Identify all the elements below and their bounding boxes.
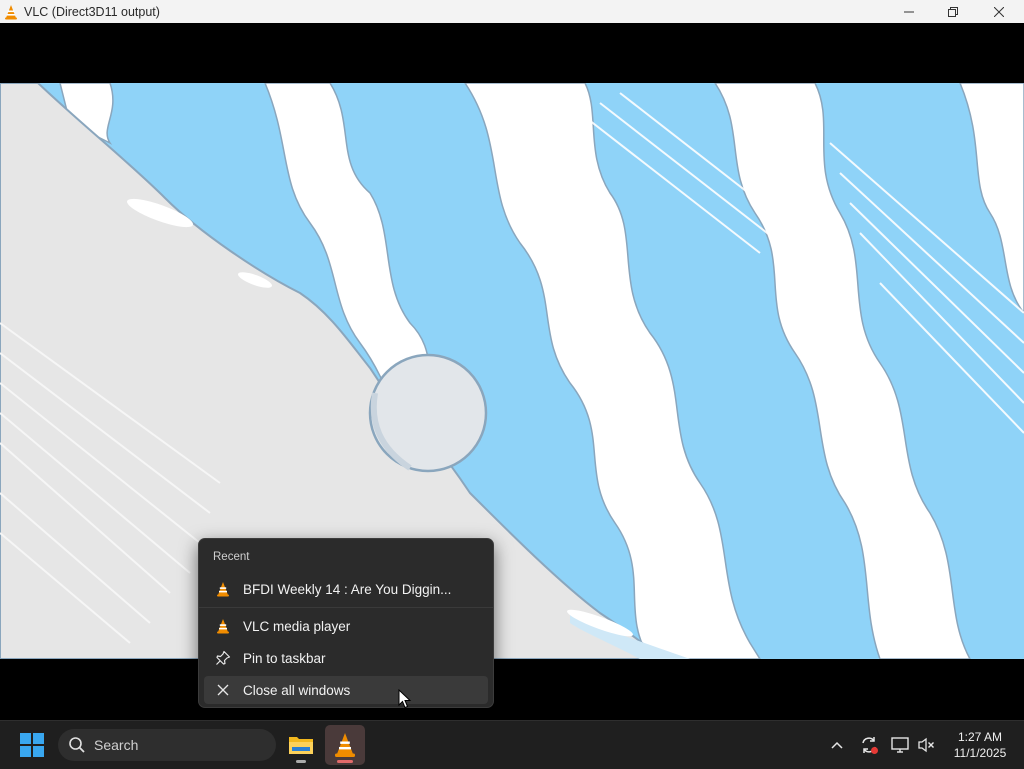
jumplist-divider (199, 607, 493, 608)
vlc-cone-icon (215, 581, 231, 597)
close-button[interactable] (976, 0, 1022, 23)
search-placeholder: Search (94, 737, 139, 753)
display-icon (891, 737, 909, 753)
tray-network[interactable] (890, 735, 910, 755)
windows-logo-icon (20, 733, 44, 757)
jumplist-close-all-label: Close all windows (243, 682, 351, 698)
tray-volume[interactable] (916, 735, 936, 755)
window-titlebar[interactable]: VLC (Direct3D11 output) (0, 0, 1024, 23)
taskbar-jumplist: Recent BFDI Weekly 14 : Are You Diggin..… (198, 538, 494, 708)
search-icon (69, 737, 85, 753)
video-area[interactable] (0, 23, 1024, 720)
video-picture (0, 83, 1024, 659)
start-button[interactable] (20, 733, 44, 757)
clock-time: 1:27 AM (957, 730, 1003, 744)
mouse-cursor-icon (398, 689, 412, 709)
jumplist-pin-to-taskbar[interactable]: Pin to taskbar (204, 644, 488, 672)
sync-alert-icon (862, 737, 878, 754)
taskbar-clock[interactable]: 1:27 AM 11/1/2025 (940, 729, 1020, 761)
jumplist-open-vlc[interactable]: VLC media player (204, 612, 488, 640)
jumplist-pin-label: Pin to taskbar (243, 650, 326, 666)
active-indicator (337, 760, 353, 763)
vlc-cone-icon (215, 618, 231, 634)
vlc-cone-icon (5, 4, 17, 19)
close-icon (215, 682, 231, 698)
window-title: VLC (Direct3D11 output) (24, 4, 160, 19)
pin-icon (215, 650, 231, 666)
tray-sync-status[interactable] (859, 735, 879, 755)
jumplist-recent-item-label: BFDI Weekly 14 : Are You Diggin... (243, 581, 452, 597)
jumplist-open-vlc-label: VLC media player (243, 618, 351, 634)
minimize-icon (904, 11, 914, 12)
restore-button[interactable] (930, 0, 976, 23)
chevron-up-icon (831, 741, 843, 749)
taskbar: Search 1:27 AM 11/1/2025 (0, 720, 1024, 769)
close-icon (994, 6, 1004, 17)
taskbar-file-explorer[interactable] (281, 725, 321, 765)
video-frame[interactable] (0, 83, 1024, 659)
jumplist-recent-header: Recent (213, 551, 250, 563)
jumplist-recent-item[interactable]: BFDI Weekly 14 : Are You Diggin... (204, 575, 488, 603)
clock-date: 11/1/2025 (953, 746, 1007, 760)
speaker-muted-icon (918, 737, 934, 753)
taskbar-vlc[interactable] (325, 725, 365, 765)
minimize-button[interactable] (886, 0, 932, 23)
running-indicator (296, 760, 306, 763)
restore-icon (948, 6, 958, 17)
show-hidden-icons-button[interactable] (827, 735, 847, 755)
jumplist-close-all-windows[interactable]: Close all windows (204, 676, 488, 704)
folder-icon (289, 737, 313, 754)
taskbar-search-box[interactable]: Search (58, 729, 276, 761)
vlc-cone-icon (335, 733, 355, 757)
